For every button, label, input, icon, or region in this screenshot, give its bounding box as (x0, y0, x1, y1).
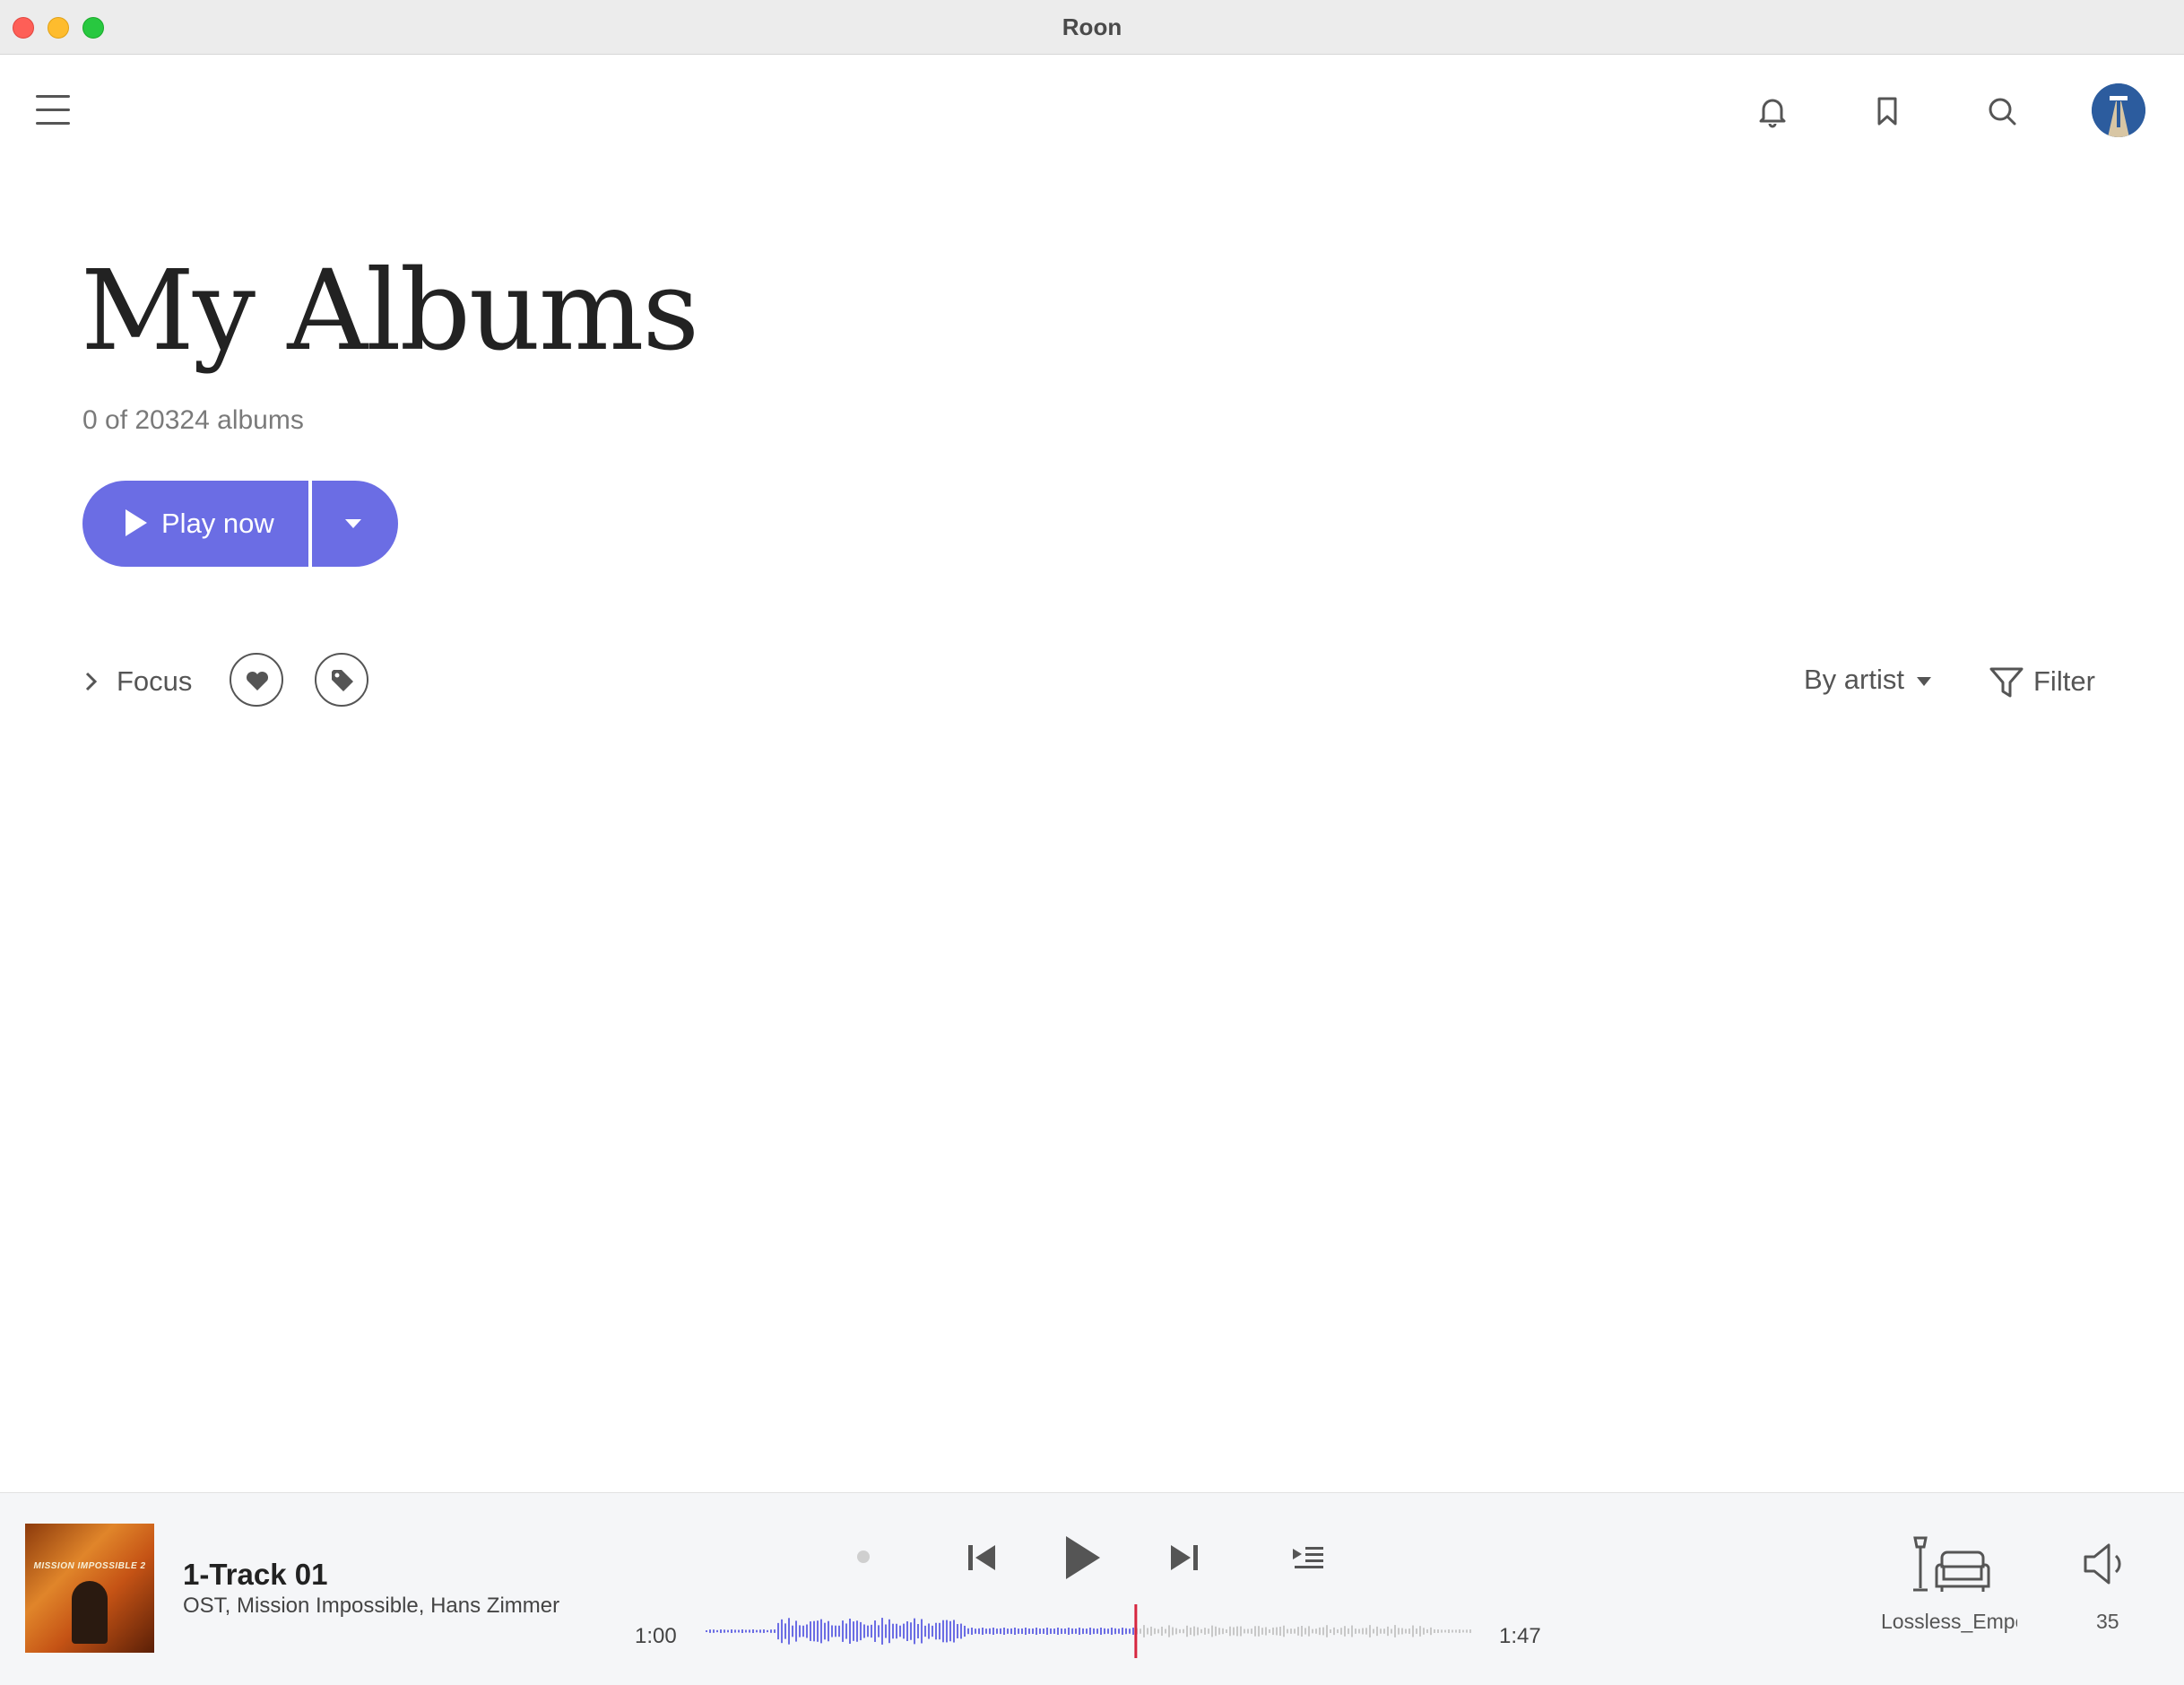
volume-button[interactable] (2082, 1542, 2130, 1591)
queue-icon (1293, 1547, 1323, 1568)
now-playing-bar: MISSION IMPOSSIBLE 2 1-Track 01 OST, Mis… (0, 1492, 2184, 1685)
track-duration: 1:47 (1499, 1624, 1541, 1648)
zone-button[interactable] (1908, 1536, 1994, 1598)
waveform-seekbar[interactable] (705, 1604, 1472, 1658)
chevron-down-icon (345, 519, 361, 528)
album-count: 0 of 20324 albums (82, 405, 304, 435)
favorites-filter-button[interactable] (230, 653, 283, 707)
hamburger-icon[interactable] (36, 95, 70, 126)
speaker-icon (2084, 1543, 2121, 1585)
window-titlebar: Roon (0, 0, 2184, 55)
skip-back-icon (968, 1545, 995, 1570)
sort-dropdown[interactable]: By artist (1804, 664, 1931, 699)
radio-indicator-icon[interactable] (857, 1550, 870, 1563)
play-now-label: Play now (161, 508, 274, 539)
lamp-armchair-icon (1913, 1536, 1990, 1592)
play-now-button[interactable]: Play now (82, 481, 308, 567)
tag-icon (332, 670, 353, 691)
play-icon (1066, 1536, 1100, 1579)
zone-name[interactable]: Lossless_Empo (1881, 1610, 2017, 1634)
page-title: My Albums (81, 247, 699, 376)
volume-level: 35 (2096, 1610, 2119, 1633)
skip-forward-icon (1171, 1545, 1198, 1570)
previous-track-button[interactable] (965, 1540, 999, 1580)
album-art[interactable]: MISSION IMPOSSIBLE 2 (25, 1524, 154, 1653)
window-title: Roon (1062, 13, 1122, 40)
focus-label: Focus (117, 665, 193, 697)
sort-label: By artist (1804, 664, 1904, 695)
queue-button[interactable] (1291, 1542, 1327, 1578)
track-artist[interactable]: OST, Mission Impossible, Hans Zimmer (183, 1594, 559, 1619)
elapsed-time: 1:00 (635, 1624, 677, 1648)
heart-icon (246, 671, 269, 691)
bell-icon[interactable] (1751, 90, 1794, 133)
filter-label: Filter (2033, 665, 2095, 697)
play-options-dropdown[interactable] (312, 481, 398, 567)
funnel-icon (1989, 667, 2024, 698)
album-art-title: MISSION IMPOSSIBLE 2 (33, 1561, 146, 1571)
search-icon[interactable] (1980, 90, 2024, 133)
chevron-right-icon (85, 672, 98, 691)
track-title[interactable]: 1-Track 01 (183, 1558, 327, 1592)
caret-down-icon (1917, 677, 1931, 686)
bookmark-icon[interactable] (1866, 90, 1909, 133)
avatar[interactable] (2092, 83, 2145, 137)
next-track-button[interactable] (1167, 1540, 1201, 1580)
play-icon (126, 509, 147, 536)
playhead[interactable] (1134, 1604, 1138, 1658)
play-button[interactable] (1061, 1533, 1104, 1587)
tags-filter-button[interactable] (315, 653, 368, 707)
